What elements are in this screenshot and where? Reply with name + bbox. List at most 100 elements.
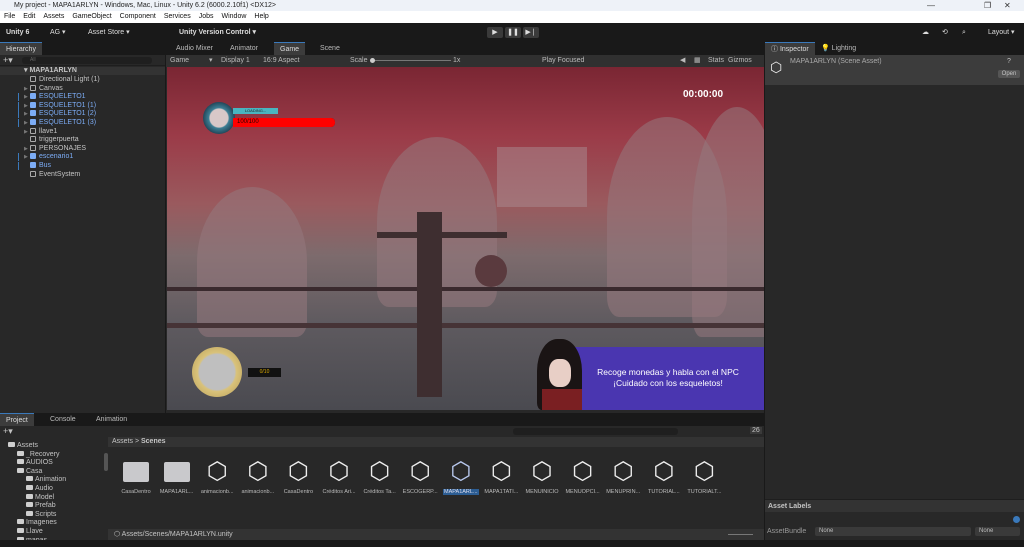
- assetbundle-dropdown[interactable]: None: [815, 527, 971, 536]
- menu-jobs[interactable]: Jobs: [199, 11, 214, 23]
- expand-arrow-icon[interactable]: ▶: [24, 86, 28, 92]
- folder-item[interactable]: Audio: [26, 485, 53, 494]
- unity-button[interactable]: Unity 6: [6, 23, 29, 42]
- folder-item[interactable]: Assets: [8, 442, 38, 451]
- folder-item[interactable]: _Recovery: [17, 450, 59, 460]
- open-button[interactable]: Open: [998, 70, 1020, 78]
- hierarchy-item[interactable]: Directional Light (1): [30, 76, 100, 85]
- hierarchy-item[interactable]: ESQUELETO1 (1): [30, 101, 96, 111]
- hierarchy-item[interactable]: Bus: [30, 162, 51, 171]
- add-button[interactable]: +▾: [3, 55, 13, 66]
- tab-hierarchy[interactable]: Hierarchy: [0, 42, 42, 55]
- minimize-button[interactable]: —: [927, 0, 935, 11]
- hierarchy-item[interactable]: ESQUELETO1 (3): [30, 119, 96, 128]
- expand-arrow-icon[interactable]: ▶: [24, 120, 28, 126]
- tab-console[interactable]: Console: [44, 413, 82, 426]
- tab-animator[interactable]: Animator: [224, 42, 264, 55]
- hierarchy-item[interactable]: PERSONAJES: [30, 144, 86, 154]
- scene-root[interactable]: ▾ MAPA1ARLYN: [0, 67, 165, 75]
- expand-arrow-icon[interactable]: ▶: [24, 111, 28, 117]
- version-control-dropdown[interactable]: Unity Version Control ▾: [179, 23, 256, 42]
- asset-store-dropdown[interactable]: Asset Store ▾: [88, 23, 130, 42]
- help-icon[interactable]: ?: [1007, 58, 1011, 65]
- tab-scene[interactable]: Scene: [314, 42, 346, 55]
- menu-edit[interactable]: Edit: [23, 11, 35, 23]
- create-button[interactable]: +▾: [3, 426, 13, 437]
- asset-item[interactable]: ⬡ TUTORIALT...: [686, 458, 722, 495]
- mute-icon[interactable]: ◀: [680, 55, 685, 67]
- maximize-button[interactable]: ❐: [984, 0, 991, 11]
- stats-button[interactable]: Stats: [708, 55, 724, 67]
- asset-item[interactable]: ⬡ CasaDentro: [280, 458, 316, 495]
- asset-item[interactable]: ⬡ animacionb...: [240, 458, 276, 495]
- asset-item[interactable]: ⬡ Créditos Ta...: [362, 458, 398, 495]
- hierarchy-item[interactable]: Canvas: [30, 84, 63, 94]
- folder-item[interactable]: Animation: [26, 476, 66, 485]
- hidden-count[interactable]: 26: [750, 427, 762, 434]
- variant-dropdown[interactable]: None: [975, 527, 1020, 536]
- asset-item[interactable]: CasaDentro: [118, 458, 154, 495]
- folder-item[interactable]: AUDIOS: [17, 459, 53, 468]
- asset-item[interactable]: ⬡ MENUOPCI...: [565, 458, 601, 495]
- game-view[interactable]: 00:00:00 LOADING... 100/100 0/10 Recoge …: [167, 67, 764, 410]
- cloud-icon[interactable]: ☁: [922, 23, 929, 42]
- aspect-dropdown[interactable]: 16:9 Aspect: [263, 55, 300, 67]
- folder-item[interactable]: Llave: [17, 528, 43, 537]
- expand-arrow-icon[interactable]: ▶: [24, 94, 28, 100]
- tab-game[interactable]: Game: [274, 42, 306, 55]
- asset-item[interactable]: ⬡ animacionb...: [199, 458, 235, 495]
- folder-item[interactable]: Model: [26, 493, 54, 503]
- asset-item[interactable]: ⬡ ESCOGERP...: [402, 458, 438, 495]
- asset-item[interactable]: ⬡ MENUPRIN...: [605, 458, 641, 495]
- project-search[interactable]: [513, 428, 678, 435]
- breadcrumb-scenes[interactable]: Scenes: [141, 438, 166, 445]
- tab-project[interactable]: Project: [0, 413, 34, 426]
- folder-item[interactable]: Scripts: [26, 510, 56, 520]
- scale-slider[interactable]: [371, 60, 451, 61]
- asset-item[interactable]: MAPA1ARL...: [159, 458, 195, 495]
- hierarchy-item[interactable]: ESQUELETO1: [30, 93, 86, 102]
- menu-gameobject[interactable]: GameObject: [72, 11, 111, 23]
- icon-size-slider[interactable]: [728, 534, 753, 535]
- asset-item[interactable]: ⬡ MAPA1TATI...: [483, 458, 519, 495]
- asset-item[interactable]: ⬡ TUTORIAL...: [646, 458, 682, 495]
- tab-lighting[interactable]: 💡 Lighting: [815, 42, 862, 55]
- menu-file[interactable]: File: [4, 11, 15, 23]
- hierarchy-item[interactable]: triggerpuerta: [30, 136, 79, 145]
- menu-services[interactable]: Services: [164, 11, 191, 23]
- display-dropdown[interactable]: Display 1: [221, 55, 250, 67]
- hierarchy-item[interactable]: llave1: [30, 127, 57, 137]
- breadcrumb-assets[interactable]: Assets: [112, 438, 133, 445]
- label-tag-icon[interactable]: [1013, 516, 1020, 523]
- expand-arrow-icon[interactable]: ▶: [24, 154, 28, 160]
- play-mode-dropdown[interactable]: Play Focused: [542, 55, 584, 67]
- menu-window[interactable]: Window: [222, 11, 247, 23]
- hierarchy-item[interactable]: EventSystem: [30, 170, 80, 180]
- expand-arrow-icon[interactable]: ▶: [24, 146, 28, 152]
- tab-inspector[interactable]: ⓘ Inspector: [765, 42, 815, 55]
- hierarchy-search[interactable]: All: [22, 57, 152, 64]
- tab-animation[interactable]: Animation: [90, 413, 133, 426]
- step-button[interactable]: ▶❘: [523, 27, 539, 38]
- render-icon[interactable]: ▦: [694, 55, 701, 67]
- layout-dropdown[interactable]: Layout ▾: [988, 23, 1014, 42]
- tree-scrollbar[interactable]: [104, 453, 108, 471]
- play-button[interactable]: ▶: [487, 27, 503, 38]
- search-icon[interactable]: ⌕: [962, 23, 966, 42]
- scale-handle[interactable]: [370, 58, 375, 63]
- menu-help[interactable]: Help: [254, 11, 268, 23]
- view-dropdown[interactable]: Game: [170, 55, 189, 67]
- close-button[interactable]: ✕: [1004, 0, 1011, 11]
- history-icon[interactable]: ⟲: [942, 23, 948, 42]
- hierarchy-item[interactable]: ESQUELETO1 (2): [30, 110, 96, 119]
- gizmos-dropdown[interactable]: Gizmos: [728, 55, 752, 67]
- expand-arrow-icon[interactable]: ▶: [24, 103, 28, 109]
- menu-component[interactable]: Component: [120, 11, 156, 23]
- folder-item[interactable]: Imagenes: [17, 519, 57, 528]
- pause-button[interactable]: ❚❚: [505, 27, 521, 38]
- asset-item[interactable]: ⬡ MENUINICIO: [524, 458, 560, 495]
- tab-audio-mixer[interactable]: Audio Mixer: [170, 42, 219, 55]
- folder-item[interactable]: Prefab: [26, 502, 56, 511]
- account-dropdown[interactable]: AG ▾: [50, 23, 66, 42]
- expand-arrow-icon[interactable]: ▶: [24, 129, 28, 135]
